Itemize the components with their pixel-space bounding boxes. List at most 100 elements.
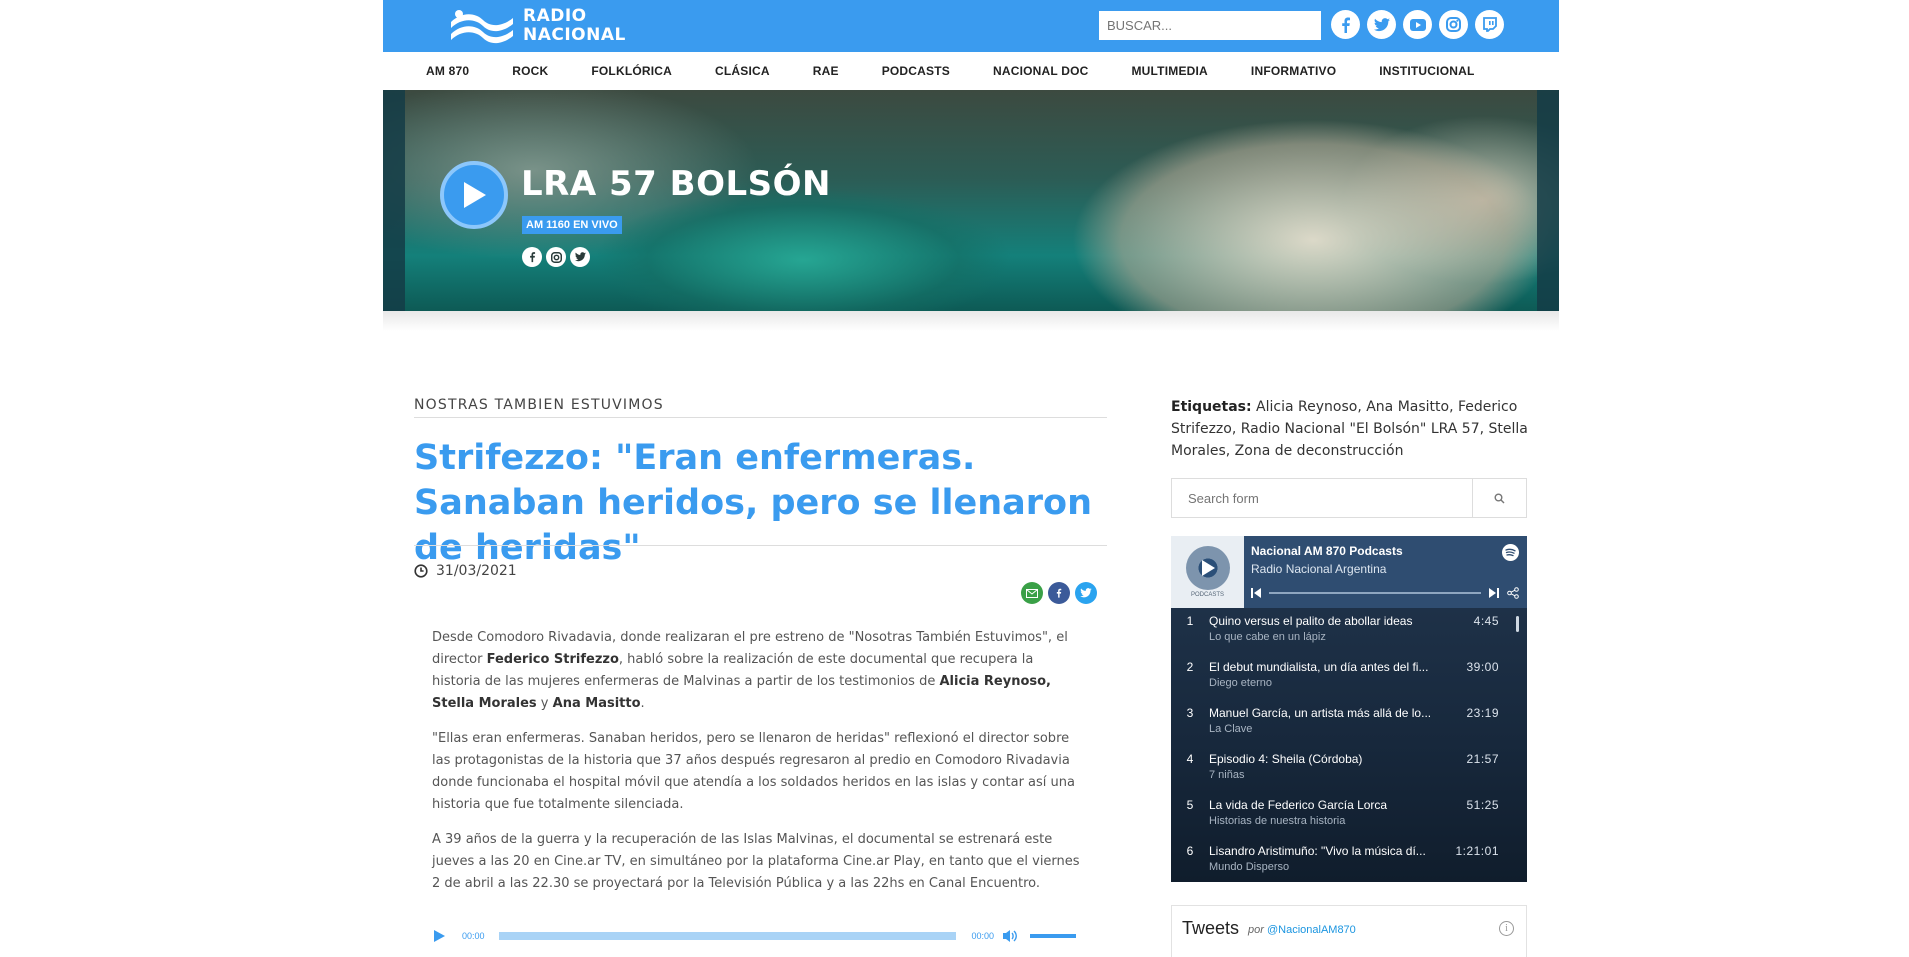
sidebar-search-button[interactable]: [1472, 479, 1526, 517]
podcast-disc-icon: [1185, 546, 1230, 590]
nav-item-folklorica[interactable]: FOLKLÓRICA: [591, 64, 672, 78]
podcast-episode[interactable]: 1 Quino versus el palito de abollar idea…: [1171, 608, 1527, 654]
audio-player: 00:00 00:00: [432, 925, 1087, 947]
episode-title: Episodio 4: Sheila (Córdoba): [1209, 752, 1363, 766]
logo-text: RADIO NACIONAL: [523, 7, 626, 45]
episode-show: Diego eterno: [1209, 677, 1272, 689]
twitch-icon[interactable]: [1475, 10, 1504, 39]
share-icon[interactable]: [1507, 587, 1519, 599]
article-paragraph-1: Desde Comodoro Rivadavia, donde realizar…: [432, 630, 1068, 711]
nav-item-informativo[interactable]: INFORMATIVO: [1251, 64, 1336, 78]
live-play-button[interactable]: [440, 161, 508, 229]
nav-item-institucional[interactable]: INSTITUCIONAL: [1379, 64, 1474, 78]
facebook-icon[interactable]: [522, 247, 542, 267]
podcast-episode[interactable]: 2 El debut mundialista, un día antes del…: [1171, 654, 1527, 700]
podcast-cover-label: PODCASTS: [1190, 592, 1224, 598]
nav-item-am870[interactable]: AM 870: [426, 64, 469, 78]
episode-title: Quino versus el palito de abollar ideas: [1209, 614, 1413, 628]
article-tags: Etiquetas: Alicia Reynoso, Ana Masitto, …: [1171, 396, 1541, 462]
nav-item-clasica[interactable]: CLÁSICA: [715, 64, 770, 78]
podcast-title[interactable]: Nacional AM 870 Podcasts: [1251, 544, 1403, 558]
episode-duration: 39:00: [1466, 660, 1499, 674]
episode-show: Mundo Disperso: [1209, 861, 1290, 873]
podcast-controls: [1251, 586, 1519, 600]
episode-show: La Clave: [1209, 723, 1253, 735]
clock-icon: [414, 564, 428, 578]
nav-item-rock[interactable]: ROCK: [512, 64, 548, 78]
hero-edge-left: [383, 90, 405, 311]
podcast-cover[interactable]: PODCASTS: [1171, 536, 1244, 608]
podcast-episode[interactable]: 6 Lisandro Aristimuño: "Vivo la música d…: [1171, 838, 1527, 882]
facebook-share-icon[interactable]: [1048, 582, 1070, 604]
article-date: 31/03/2021: [414, 563, 517, 579]
live-badge: AM 1160 EN VIVO: [522, 216, 622, 234]
skip-forward-icon[interactable]: [1489, 588, 1499, 598]
episode-number: 5: [1186, 798, 1194, 812]
episode-duration: 1:21:01: [1455, 844, 1499, 858]
volume-icon[interactable]: [1002, 929, 1018, 943]
logo-waves-icon: [447, 8, 517, 44]
main-nav: AM 870 ROCK FOLKLÓRICA CLÁSICA RAE PODCA…: [383, 52, 1559, 90]
divider: [414, 545, 1107, 546]
article-body: Desde Comodoro Rivadavia, donde realizar…: [432, 627, 1082, 908]
instagram-icon[interactable]: [546, 247, 566, 267]
site-header: RADIO NACIONAL: [383, 0, 1559, 52]
episode-title: El debut mundialista, un día antes del f…: [1209, 660, 1429, 674]
facebook-icon[interactable]: [1331, 10, 1360, 39]
station-hero-banner: LRA 57 BOLSÓN AM 1160 EN VIVO: [383, 90, 1559, 311]
instagram-icon[interactable]: [1439, 10, 1468, 39]
episode-number: 2: [1186, 660, 1194, 674]
episode-number: 3: [1186, 706, 1194, 720]
youtube-icon[interactable]: [1403, 10, 1432, 39]
sidebar-search-input[interactable]: [1172, 479, 1472, 517]
episode-duration: 21:57: [1466, 752, 1499, 766]
podcast-episode[interactable]: 4 Episodio 4: Sheila (Córdoba) 7 niñas 21…: [1171, 746, 1527, 792]
twitter-icon[interactable]: [570, 247, 590, 267]
header-social-icons: [1331, 10, 1504, 39]
episode-duration: 51:25: [1466, 798, 1499, 812]
nav-item-rae[interactable]: RAE: [813, 64, 839, 78]
spotify-icon[interactable]: [1502, 544, 1519, 561]
article-kicker[interactable]: NOSTRAS TAMBIEN ESTUVIMOS: [414, 397, 664, 413]
tweets-handle[interactable]: @NacionalAM870: [1267, 924, 1356, 936]
tweets-byline: por @NacionalAM870: [1248, 924, 1356, 936]
nav-item-multimedia[interactable]: MULTIMEDIA: [1131, 64, 1207, 78]
logo-line2: NACIONAL: [523, 25, 626, 45]
divider: [414, 417, 1107, 418]
volume-slider[interactable]: [1030, 934, 1077, 938]
article-paragraph-3: A 39 años de la guerra y la recuperación…: [432, 832, 1080, 891]
hero-shadow: [383, 311, 1559, 331]
podcast-subtitle[interactable]: Radio Nacional Argentina: [1251, 562, 1386, 576]
radio-nacional-logo[interactable]: RADIO NACIONAL: [447, 6, 626, 46]
podcast-episode[interactable]: 3 Manuel García, un artista más allá de …: [1171, 700, 1527, 746]
header-search-input[interactable]: [1099, 11, 1321, 40]
twitter-timeline: Tweets por @NacionalAM870 i: [1171, 905, 1527, 957]
episode-title: La vida de Federico García Lorca: [1209, 798, 1388, 812]
nav-item-podcasts[interactable]: PODCASTS: [882, 64, 950, 78]
tweets-title: Tweets: [1182, 918, 1240, 938]
podcast-episode-list: 1 Quino versus el palito de abollar idea…: [1171, 608, 1527, 882]
station-title: LRA 57 BOLSÓN: [521, 164, 831, 204]
hero-social-icons: [522, 247, 590, 267]
article-paragraph-2: "Ellas eran enfermeras. Sanaban heridos,…: [432, 731, 1075, 812]
tags-label: Etiquetas:: [1171, 399, 1252, 415]
sidebar-search: [1171, 478, 1527, 518]
audio-current-time: 00:00: [462, 931, 485, 941]
audio-progress-bar[interactable]: [498, 932, 956, 940]
info-icon[interactable]: i: [1499, 921, 1514, 936]
article-date-text: 31/03/2021: [436, 563, 517, 579]
audio-play-icon[interactable]: [432, 929, 446, 943]
podcast-progress-bar[interactable]: [1269, 592, 1481, 594]
skip-back-icon[interactable]: [1251, 588, 1261, 598]
twitter-icon[interactable]: [1367, 10, 1396, 39]
email-share-icon[interactable]: [1021, 582, 1043, 604]
search-icon: [1494, 493, 1505, 503]
play-icon: [464, 182, 486, 208]
episode-number: 1: [1186, 614, 1194, 628]
episode-number: 4: [1186, 752, 1194, 766]
episode-title: Manuel García, un artista más allá de lo…: [1209, 706, 1432, 720]
nav-item-nacional-doc[interactable]: NACIONAL DOC: [993, 64, 1089, 78]
page: RADIO NACIONAL AM 870 ROCK F: [0, 0, 1909, 957]
twitter-share-icon[interactable]: [1075, 582, 1097, 604]
podcast-episode[interactable]: 5 La vida de Federico García Lorca Histor…: [1171, 792, 1527, 838]
